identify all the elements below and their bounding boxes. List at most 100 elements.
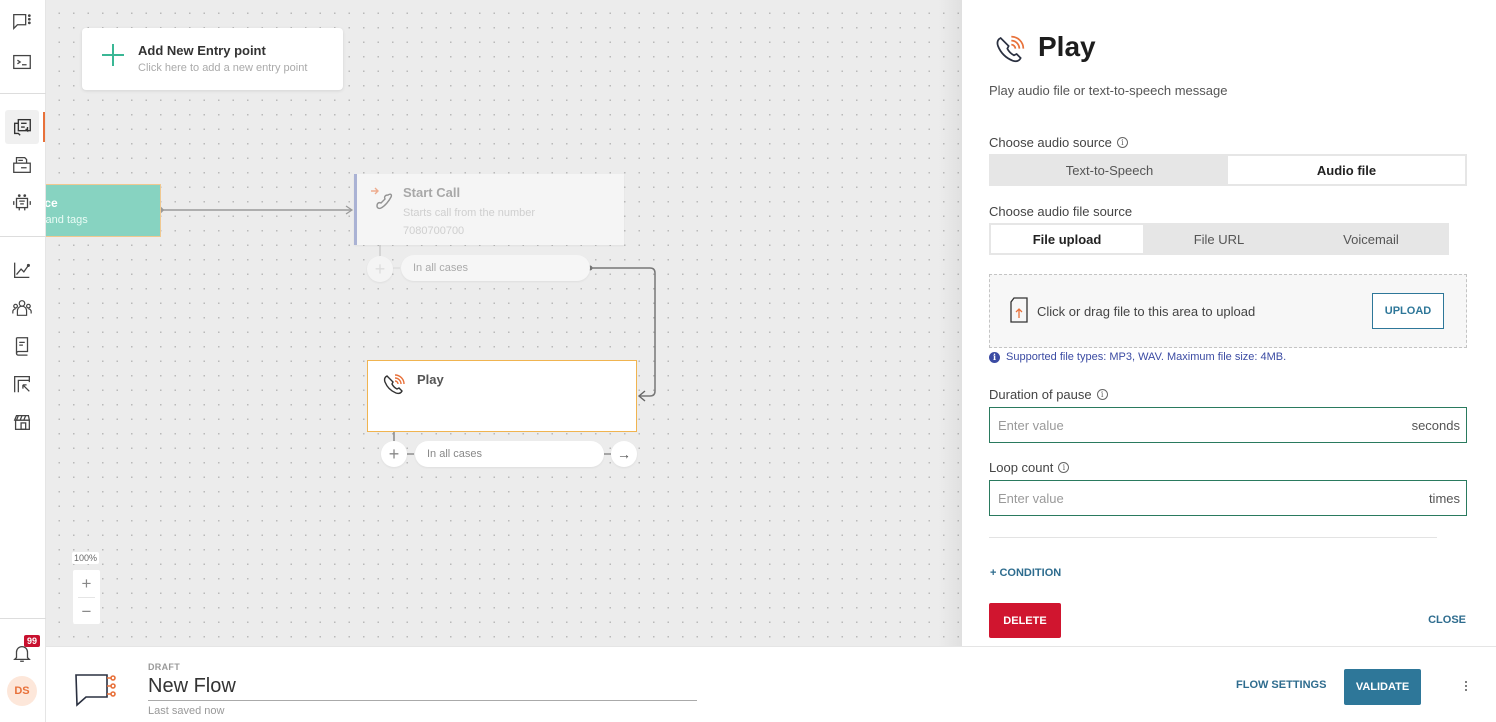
start-call-number: 7080700700 — [403, 225, 465, 237]
zoom-in-button[interactable]: + — [73, 570, 100, 597]
terminal-icon — [13, 54, 31, 70]
file-source-option-upload[interactable]: File upload — [991, 225, 1143, 253]
audio-source-option-tts[interactable]: Text-to-Speech — [991, 156, 1228, 184]
loop-label-text: Loop count — [989, 460, 1054, 475]
sidebar-item-exports[interactable] — [5, 367, 39, 401]
file-source-toggle: File upload File URL Voicemail — [989, 223, 1449, 255]
info-icon[interactable]: i — [1116, 137, 1128, 148]
upload-button[interactable]: UPLOAD — [1372, 293, 1444, 329]
play-branch-pill[interactable]: In all cases — [415, 441, 604, 467]
plus-icon — [102, 44, 124, 66]
connectors — [155, 205, 656, 455]
audio-source-label: Choose audio source i — [989, 135, 1128, 150]
file-upload-icon — [1010, 297, 1028, 323]
phone-sound-icon — [996, 35, 1025, 63]
audio-source-toggle: Text-to-Speech Audio file — [989, 154, 1467, 186]
flow-chat-icon — [75, 674, 116, 707]
add-condition-link[interactable]: + CONDITION — [990, 567, 1061, 579]
flow-name-input[interactable]: New Flow — [148, 675, 697, 701]
pause-label-text: Duration of pause — [989, 387, 1092, 402]
notification-badge: 99 — [24, 635, 41, 647]
entry-point-title: Add New Entry point — [138, 43, 266, 58]
start-call-title: Start Call — [403, 185, 461, 200]
last-saved-text: Last saved now — [148, 705, 225, 717]
chart-line-icon — [14, 262, 30, 278]
zoom-level: 100% — [72, 552, 100, 564]
loop-count-suffix: times — [1428, 490, 1460, 506]
sidebar-item-flows[interactable] — [5, 110, 45, 144]
sidebar-item-analytics[interactable] — [5, 253, 39, 287]
info-filled-icon: i — [989, 351, 1000, 363]
info-icon[interactable]: i — [1058, 462, 1070, 473]
audience-node-subtitle: s and tags — [46, 214, 88, 226]
sidebar-divider — [0, 618, 46, 619]
flow-settings-button[interactable]: FLOW SETTINGS — [1236, 679, 1326, 691]
node-settings-panel: Play Play audio file or text-to-speech m… — [962, 0, 1496, 646]
file-source-label: Choose audio file source — [989, 204, 1133, 219]
loop-count-field: times — [989, 480, 1467, 516]
play-add-branch-button[interactable]: + — [381, 441, 407, 467]
phone-outgoing-icon — [371, 187, 393, 210]
book-icon — [15, 337, 29, 356]
upload-hint: i Supported file types: MP3, WAV. Maximu… — [989, 351, 1286, 363]
sidebar-item-conversations[interactable] — [5, 5, 39, 39]
sidebar-item-console[interactable] — [5, 45, 39, 79]
pause-duration-suffix: seconds — [1411, 417, 1460, 433]
sidebar-item-templates[interactable] — [5, 148, 39, 182]
pause-duration-input[interactable] — [990, 417, 1412, 433]
panel-title: Play — [1038, 31, 1096, 62]
start-call-add-branch-button[interactable]: + — [367, 256, 393, 282]
pause-label: Duration of pause i — [989, 387, 1108, 402]
pause-duration-field: seconds — [989, 407, 1467, 443]
close-button[interactable]: CLOSE — [1428, 614, 1466, 626]
left-sidebar: 99 DS — [0, 0, 46, 722]
loop-count-input[interactable] — [990, 490, 1429, 506]
add-entry-point-card[interactable]: Add New Entry point Click here to add a … — [82, 28, 343, 90]
sidebar-divider — [0, 236, 46, 237]
flow-canvas[interactable]: Add New Entry point Click here to add a … — [46, 0, 962, 646]
sidebar-divider — [0, 93, 46, 94]
flow-copy-icon — [13, 118, 31, 136]
upload-instructions: Click or drag file to this area to uploa… — [1037, 304, 1256, 319]
more-options-icon[interactable] — [1458, 676, 1474, 696]
robot-icon — [13, 194, 31, 211]
printer-icon — [13, 157, 31, 173]
start-call-description: Starts call from the number — [403, 207, 536, 219]
play-node[interactable]: Play — [367, 360, 637, 432]
zoom-out-button[interactable]: − — [73, 598, 100, 625]
sidebar-item-docs[interactable] — [5, 329, 39, 363]
panel-description: Play audio file or text-to-speech messag… — [989, 83, 1228, 98]
sidebar-item-bots[interactable] — [5, 186, 39, 220]
audience-node-title: nce — [46, 196, 58, 210]
audience-node[interactable]: nce s and tags — [46, 184, 161, 237]
people-icon — [12, 300, 32, 316]
loop-label: Loop count i — [989, 460, 1070, 475]
play-node-title: Play — [417, 372, 444, 387]
chat-dots-icon — [13, 14, 31, 30]
info-icon[interactable]: i — [1096, 389, 1108, 400]
flow-status: DRAFT — [148, 662, 180, 672]
zoom-controls: + − — [73, 570, 100, 624]
file-upload-dropzone[interactable]: Click or drag file to this area to uploa… — [989, 274, 1467, 348]
panel-shadow — [938, 0, 962, 646]
sidebar-item-store[interactable] — [5, 405, 39, 439]
start-call-node[interactable]: Start Call Starts call from the number 7… — [354, 174, 624, 245]
flow-footer: DRAFT New Flow Last saved now FLOW SETTI… — [46, 646, 1496, 722]
play-branch-next-button[interactable]: → — [611, 441, 637, 467]
upload-hint-text: Supported file types: MP3, WAV. Maximum … — [1006, 351, 1287, 363]
delete-button[interactable]: DELETE — [989, 603, 1061, 638]
sidebar-item-people[interactable] — [5, 291, 39, 325]
panel-divider — [989, 537, 1437, 538]
phone-sound-icon — [383, 374, 405, 395]
audio-source-label-text: Choose audio source — [989, 135, 1112, 150]
start-call-subtitle: Starts call from the number 7080700700 — [403, 204, 535, 240]
entry-point-subtitle: Click here to add a new entry point — [138, 62, 308, 74]
audio-source-option-audio-file[interactable]: Audio file — [1228, 156, 1465, 184]
avatar[interactable]: DS — [7, 676, 37, 706]
frame-arrow-icon — [14, 376, 30, 393]
validate-button[interactable]: VALIDATE — [1344, 669, 1421, 705]
start-call-branch-pill[interactable]: In all cases — [401, 255, 590, 281]
file-source-option-url[interactable]: File URL — [1143, 225, 1295, 253]
store-icon — [13, 414, 31, 430]
file-source-option-voicemail[interactable]: Voicemail — [1295, 225, 1447, 253]
